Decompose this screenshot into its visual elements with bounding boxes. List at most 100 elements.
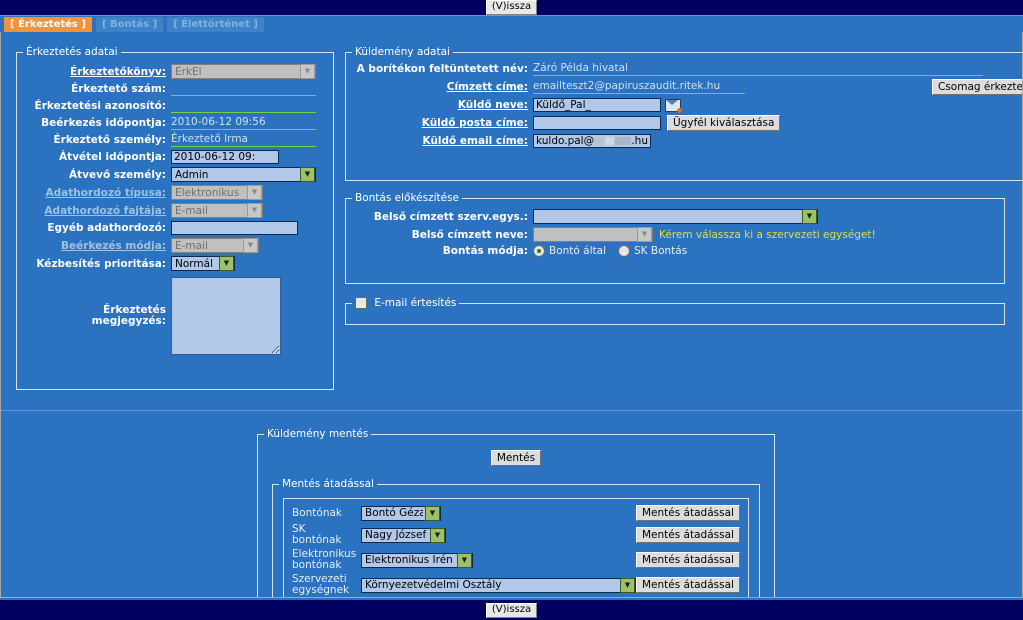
select-belso-cimzett-szervegys[interactable]: ▼: [533, 209, 818, 224]
label-cimzett-cime[interactable]: Címzett címe:: [346, 81, 533, 93]
label-bontonak-line1: Bontónak: [292, 506, 342, 519]
label-sk-bontonak: SK bontónak: [292, 524, 361, 546]
tab-elettortenet[interactable]: [ Élettörténet ]: [167, 17, 264, 32]
field-belso-cimzett-szervegys: Belső címzett szerv.egys.: ▼: [346, 209, 1004, 224]
mentes-atadassal-button-bontonak[interactable]: Mentés átadással: [636, 505, 740, 521]
radio-sk-bontas[interactable]: [617, 245, 630, 257]
select-adathordozo-tipusa[interactable]: Elektronikus ▼: [171, 185, 263, 200]
checkbox-email-ertesites[interactable]: [355, 297, 367, 309]
select-kezbesites-prioritasa-value: Normál: [175, 257, 213, 270]
select-sk-bontonak[interactable]: Nagy József ▼: [361, 527, 446, 543]
field-kuldo-email-cime: Küldő email címe: kuldo.pal@ .hu: [346, 134, 1022, 148]
label-erkeztetes-megjegyzes-line2: megjegyzés:: [91, 315, 166, 327]
field-erkeztetokonyv: Érkeztetőkönyv: ÉrkEl ▼: [21, 64, 323, 79]
select-atvevo-szemely[interactable]: Admin ▼: [171, 167, 316, 182]
select-bontonak-value: Bontó Géza: [365, 507, 423, 519]
select-beerkezes-modja[interactable]: E-mail ▼: [171, 238, 259, 253]
label-email-ertesites: E-mail értesítés: [374, 297, 457, 309]
select-belso-cimzett-neve[interactable]: ▼: [533, 227, 653, 242]
label-erkeztetokonyv[interactable]: Érkeztetőkönyv:: [21, 66, 171, 78]
label-sk-bontonak-line2: bontónak: [292, 534, 342, 546]
kuldo-email-prefix: kuldo.pal@: [536, 135, 595, 147]
field-atvevo-szemely: Átvevő személy: Admin ▼: [21, 167, 323, 182]
save-row-bontonak: Bontónak Bontó Géza ▼ Mentés átadással: [292, 505, 740, 521]
ugyfel-kivalasztasa-button[interactable]: Ügyfél kiválasztása: [667, 115, 781, 131]
redacted-email-domain: [594, 137, 632, 145]
field-adathordozo-tipusa: Adathordozó típusa: Elektronikus ▼: [21, 185, 323, 200]
select-elektronikus-bontonak[interactable]: Elektronikus Irén ▼: [361, 552, 473, 568]
kuldo-email-suffix: .hu: [631, 135, 648, 147]
back-button-top[interactable]: (V)issza: [485, 0, 538, 15]
value-boritekon-nev: Záró Példa hivatal: [533, 62, 983, 76]
fieldset-mentes-atadassal: Mentés átadással Bontónak Bontó Géza ▼ M…: [272, 478, 760, 597]
label-adathordozo-tipusa[interactable]: Adathordozó típusa:: [21, 187, 171, 199]
chevron-down-icon: ▼: [457, 552, 472, 568]
tab-bontas[interactable]: [ Bontás ]: [95, 17, 164, 32]
chevron-down-icon: ▼: [247, 185, 262, 200]
select-kezbesites-prioritasa[interactable]: Normál ▼: [171, 256, 235, 271]
save-row-szervezeti-egysegnek: Szervezeti egységnek Környezetvédelmi Os…: [292, 574, 740, 596]
tab-erkeztetes[interactable]: [ Érkeztetés ]: [4, 17, 92, 32]
textarea-erkeztetes-megjegyzes[interactable]: [171, 277, 281, 355]
select-szervezeti-egysegnek[interactable]: Környezetvédelmi Osztály ▼: [361, 577, 636, 593]
mentes-atadassal-button-elektronikus-bontonak[interactable]: Mentés átadással: [636, 552, 740, 568]
field-beerkezes-idopontja: Beérkezés időpontja: 2010-06-12 09:56: [21, 116, 323, 130]
label-belso-cimzett-neve: Belső címzett neve:: [411, 228, 528, 241]
radio-label-bonto-altal[interactable]: Bontó által: [549, 245, 606, 257]
label-bontonak: Bontónak: [292, 506, 361, 519]
chevron-down-icon: ▼: [620, 577, 635, 593]
label-beerkezes-modja[interactable]: Beérkezés módja:: [21, 240, 171, 252]
chevron-down-icon: ▼: [300, 64, 315, 79]
field-beerkezes-modja: Beérkezés módja: E-mail ▼: [21, 238, 323, 253]
field-kuldo-posta-cime: Küldő posta címe: Ügyfél kiválasztása: [346, 115, 1022, 131]
input-atvetel-idopontja[interactable]: [171, 150, 279, 164]
select-sk-bontonak-value: Nagy József: [365, 529, 427, 541]
label-egyeb-adathordozo: Egyéb adathordozó:: [47, 222, 166, 234]
field-egyeb-adathordozo: Egyéb adathordozó:: [21, 221, 323, 235]
input-kuldo-neve[interactable]: [533, 98, 661, 112]
select-erkeztetokonyv[interactable]: ÉrkEl ▼: [171, 64, 316, 79]
label-atvevo-szemely: Átvevő személy:: [68, 168, 166, 181]
legend-kuldemeny-adatai: Küldemény adatai: [355, 46, 450, 58]
field-erkeztetesi-azonosito: Érkeztetési azonosító:: [21, 99, 323, 113]
value-erkeztetesi-azonosito: [171, 99, 316, 113]
label-kuldo-neve: Küldő neve:: [457, 99, 528, 111]
hint-select-org-unit: Kérem válassza ki a szervezeti egységet!: [659, 228, 876, 241]
fieldset-bontas-elokeszitese: Bontás előkészítése Belső címzett szerv.…: [345, 192, 1005, 284]
legend-bontas-elokeszitese: Bontás előkészítése: [355, 192, 460, 204]
mentes-atadassal-button-sk-bontonak[interactable]: Mentés átadással: [636, 527, 740, 543]
fieldset-kuldemeny-mentes: Küldemény mentés Mentés Mentés átadással…: [257, 428, 775, 597]
value-erkezteto-szemely: Érkeztető Irma: [171, 133, 316, 147]
label-adathordozo-fajtaja[interactable]: Adathordozó fajtája:: [21, 205, 171, 217]
fieldset-erkeztetes-adatai: Érkeztetés adatai Érkeztetőkönyv: ÉrkEl …: [16, 46, 334, 390]
label-szervezeti-egysegnek: Szervezeti egységnek: [292, 574, 361, 596]
radio-label-sk-bontas[interactable]: SK Bontás: [634, 245, 687, 257]
radio-bonto-altal[interactable]: [533, 245, 545, 257]
label-kezbesites-prioritasa: Kézbesítés prioritása:: [36, 257, 166, 270]
mentes-atadassal-button-szervezeti-egysegnek[interactable]: Mentés átadással: [636, 577, 740, 593]
label-erkezteto-szam: Érkeztető szám:: [71, 83, 166, 95]
csomag-erkeztetes-button[interactable]: Csomag érkeztetés: [932, 79, 1022, 95]
label-kuldo-email-cime[interactable]: Küldő email címe:: [346, 135, 533, 147]
chevron-down-icon: ▼: [802, 209, 817, 224]
label-beerkezes-idopontja: Beérkezés időpontja:: [41, 117, 166, 129]
select-adathordozo-fajtaja[interactable]: E-mail ▼: [171, 203, 263, 218]
mentes-button[interactable]: Mentés: [490, 450, 542, 466]
input-egyeb-adathordozo[interactable]: [171, 221, 298, 235]
label-elektronikus-bontonak-line2: bontónak: [292, 559, 342, 571]
page-content: Érkeztetés adatai Érkeztetőkönyv: ÉrkEl …: [0, 32, 1023, 598]
back-button-bottom[interactable]: (V)issza: [485, 602, 538, 618]
field-erkezteto-szemely: Érkeztető személy: Érkeztető Irma: [21, 133, 323, 147]
label-erkeztetesi-azonosito: Érkeztetési azonosító:: [34, 100, 166, 112]
input-kuldo-posta-cime[interactable]: [533, 116, 661, 130]
section-divider: [1, 410, 1022, 411]
select-szervezeti-egysegnek-value: Környezetvédelmi Osztály: [365, 579, 502, 591]
select-bontonak[interactable]: Bontó Géza ▼: [361, 505, 441, 521]
field-erkezteto-szam: Érkeztető szám:: [21, 82, 323, 96]
input-kuldo-email-cime[interactable]: kuldo.pal@ .hu: [533, 134, 651, 148]
chevron-down-icon: ▼: [425, 505, 440, 521]
label-kuldo-posta-cime[interactable]: Küldő posta címe:: [346, 117, 533, 129]
fieldset-kuldemeny-adatai: Küldemény adatai A borítékon feltüntetet…: [345, 46, 1022, 181]
bottom-chrome-bar: (V)issza: [0, 598, 1023, 620]
envelope-icon[interactable]: [665, 98, 682, 113]
